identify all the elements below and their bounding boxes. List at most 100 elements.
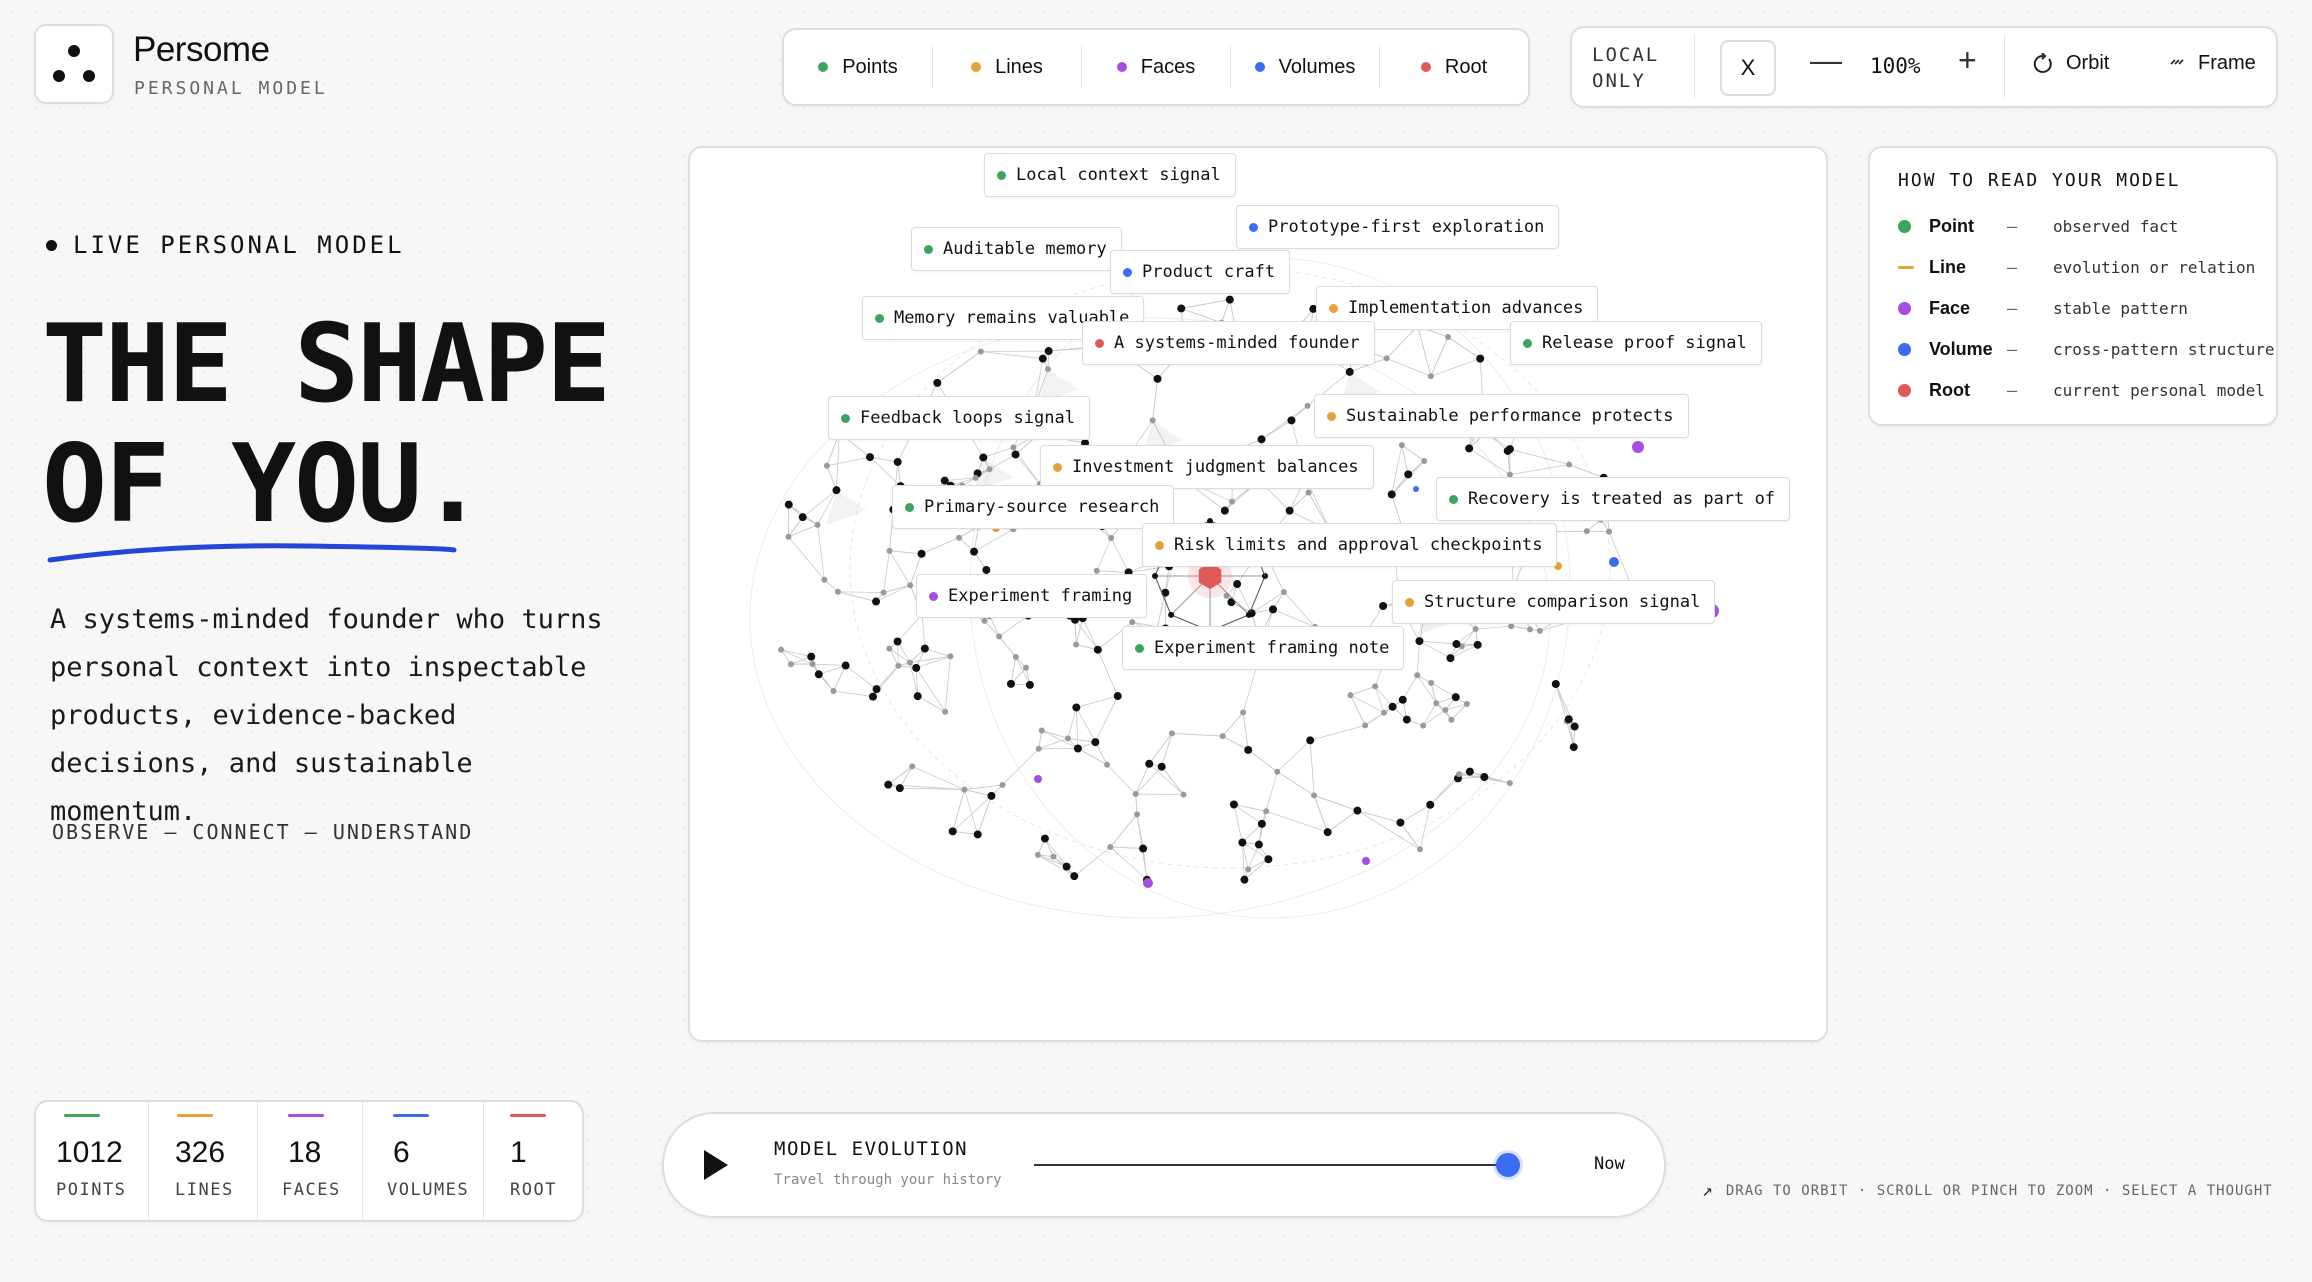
graph-edge [1222, 735, 1249, 751]
graph-edge [1109, 814, 1138, 848]
legend-name: Face [1929, 298, 1971, 318]
graph-node [1104, 761, 1111, 768]
graph-edge [1222, 712, 1244, 737]
thought-dot-icon [1155, 540, 1164, 550]
graph-thought-label[interactable]: Product craft [1110, 250, 1291, 294]
graph-edge [889, 550, 911, 586]
brand-logo[interactable] [34, 24, 114, 104]
graph-thought-label[interactable]: Primary-source research [892, 485, 1175, 529]
frame-button[interactable]: Frame [2168, 52, 2256, 75]
live-label: LIVE PERSONAL MODEL [46, 231, 405, 259]
model-graph-canvas[interactable]: Local context signal Prototype-first expl… [688, 146, 1828, 1042]
graph-node [982, 565, 991, 574]
graph-node [1022, 664, 1029, 671]
stat-color-bar [510, 1114, 546, 1117]
graph-thought-label[interactable]: Release proof signal [1510, 321, 1762, 365]
legend-title: HOW TO READ YOUR MODEL [1898, 170, 2181, 191]
graph-thought-label[interactable]: Experiment framing [916, 574, 1148, 618]
filter-volumes[interactable]: Volumes [1231, 45, 1380, 89]
zoom-out-button[interactable]: — [1810, 42, 1842, 79]
graph-thought-label[interactable]: Prototype-first exploration [1236, 205, 1560, 249]
filter-lines[interactable]: Lines [933, 45, 1082, 89]
graph-node [1149, 417, 1156, 424]
timeline-track[interactable] [1034, 1164, 1512, 1166]
zoom-level: 100% [1870, 54, 1921, 78]
graph-node [1238, 838, 1247, 847]
timeline-slider-handle[interactable] [1496, 1153, 1520, 1177]
graph-node [907, 582, 914, 589]
graph-edge [1386, 358, 1432, 377]
root-dot-icon [1420, 62, 1431, 72]
stat-lines: 326 LINES [149, 1102, 258, 1220]
graph-thought-label[interactable]: Recovery is treated as part of [1436, 477, 1791, 521]
graph-edge [1350, 685, 1376, 696]
graph-thought-label[interactable]: A systems-minded founder [1082, 321, 1375, 365]
graph-node [973, 830, 982, 839]
graph-node [942, 708, 949, 715]
graph-node [1129, 619, 1136, 626]
graph-thought-label[interactable]: Feedback loops signal [828, 396, 1090, 440]
graph-node [1381, 709, 1388, 716]
graph-node [884, 780, 893, 789]
graph-edge [1509, 464, 1570, 476]
graph-edge [937, 351, 982, 384]
graph-node [1396, 818, 1405, 827]
zoom-in-button[interactable]: + [1958, 42, 1977, 79]
thought-dot-icon [1053, 462, 1062, 472]
graph-node [1402, 715, 1411, 724]
graph-node [1233, 580, 1242, 589]
x-button[interactable]: X [1720, 40, 1776, 96]
graph-thought-label[interactable]: Structure comparison signal [1392, 580, 1716, 624]
graph-thought-label[interactable]: Local context signal [984, 153, 1236, 197]
graph-node [1229, 498, 1236, 505]
stats-panel: 1012 POINTS 326 LINES 18 FACES 6 VOLUMES 1 RO… [34, 1100, 584, 1222]
graph-thought-label[interactable]: Experiment framing note [1122, 626, 1405, 670]
legend-dash: — [2007, 298, 2018, 319]
graph-thought-label[interactable]: Investment judgment balances [1040, 445, 1374, 489]
graph-node [1426, 800, 1435, 809]
filter-label: Faces [1140, 55, 1196, 78]
brand-name: Persome [133, 30, 270, 69]
graph-thought-label[interactable]: Sustainable performance protects [1314, 394, 1689, 438]
graph-accent-node [1632, 441, 1644, 453]
filter-faces[interactable]: Faces [1082, 45, 1231, 89]
graph-edge [1067, 707, 1077, 739]
graph-edge [1416, 675, 1437, 704]
graph-node [1388, 702, 1397, 711]
graph-node [821, 576, 828, 583]
graph-node [1274, 768, 1281, 775]
graph-node [1415, 637, 1424, 646]
graph-edge [1417, 325, 1432, 377]
graph-edge [1277, 771, 1315, 796]
graph-thought-label[interactable]: Auditable memory [911, 227, 1122, 271]
graph-node [1536, 627, 1543, 634]
graph-thought-label[interactable]: Risk limits and approval checkpoints [1142, 523, 1558, 567]
graph-node [913, 692, 922, 701]
filter-points[interactable]: Points [784, 45, 933, 89]
graph-node [1606, 528, 1613, 535]
graph-node [1073, 641, 1080, 648]
filter-label: Volumes [1278, 55, 1356, 78]
graph-node [1404, 470, 1413, 479]
graph-node [1280, 589, 1287, 596]
graph-node [1427, 373, 1434, 380]
stat-volumes: 6 VOLUMES [363, 1102, 484, 1220]
filter-root[interactable]: Root [1380, 45, 1528, 89]
graph-node [1398, 695, 1407, 704]
graph-node [868, 692, 877, 701]
filter-bar: Points Lines Faces Volumes Root [782, 28, 1530, 106]
graph-edge [818, 665, 846, 675]
graph-edge [889, 550, 922, 555]
thought-dot-icon [929, 591, 938, 601]
graph-accent-node [1413, 486, 1419, 492]
play-icon[interactable] [704, 1150, 728, 1180]
graph-node [1445, 333, 1452, 340]
graph-node [1480, 773, 1489, 782]
graph-edge [1110, 537, 1129, 573]
orbit-button[interactable]: Orbit [2032, 52, 2109, 75]
graph-edge [837, 591, 877, 602]
graph-node [1420, 722, 1427, 729]
graph-edge [1430, 358, 1481, 377]
graph-edge [1391, 445, 1403, 495]
graph-node [996, 633, 1003, 640]
